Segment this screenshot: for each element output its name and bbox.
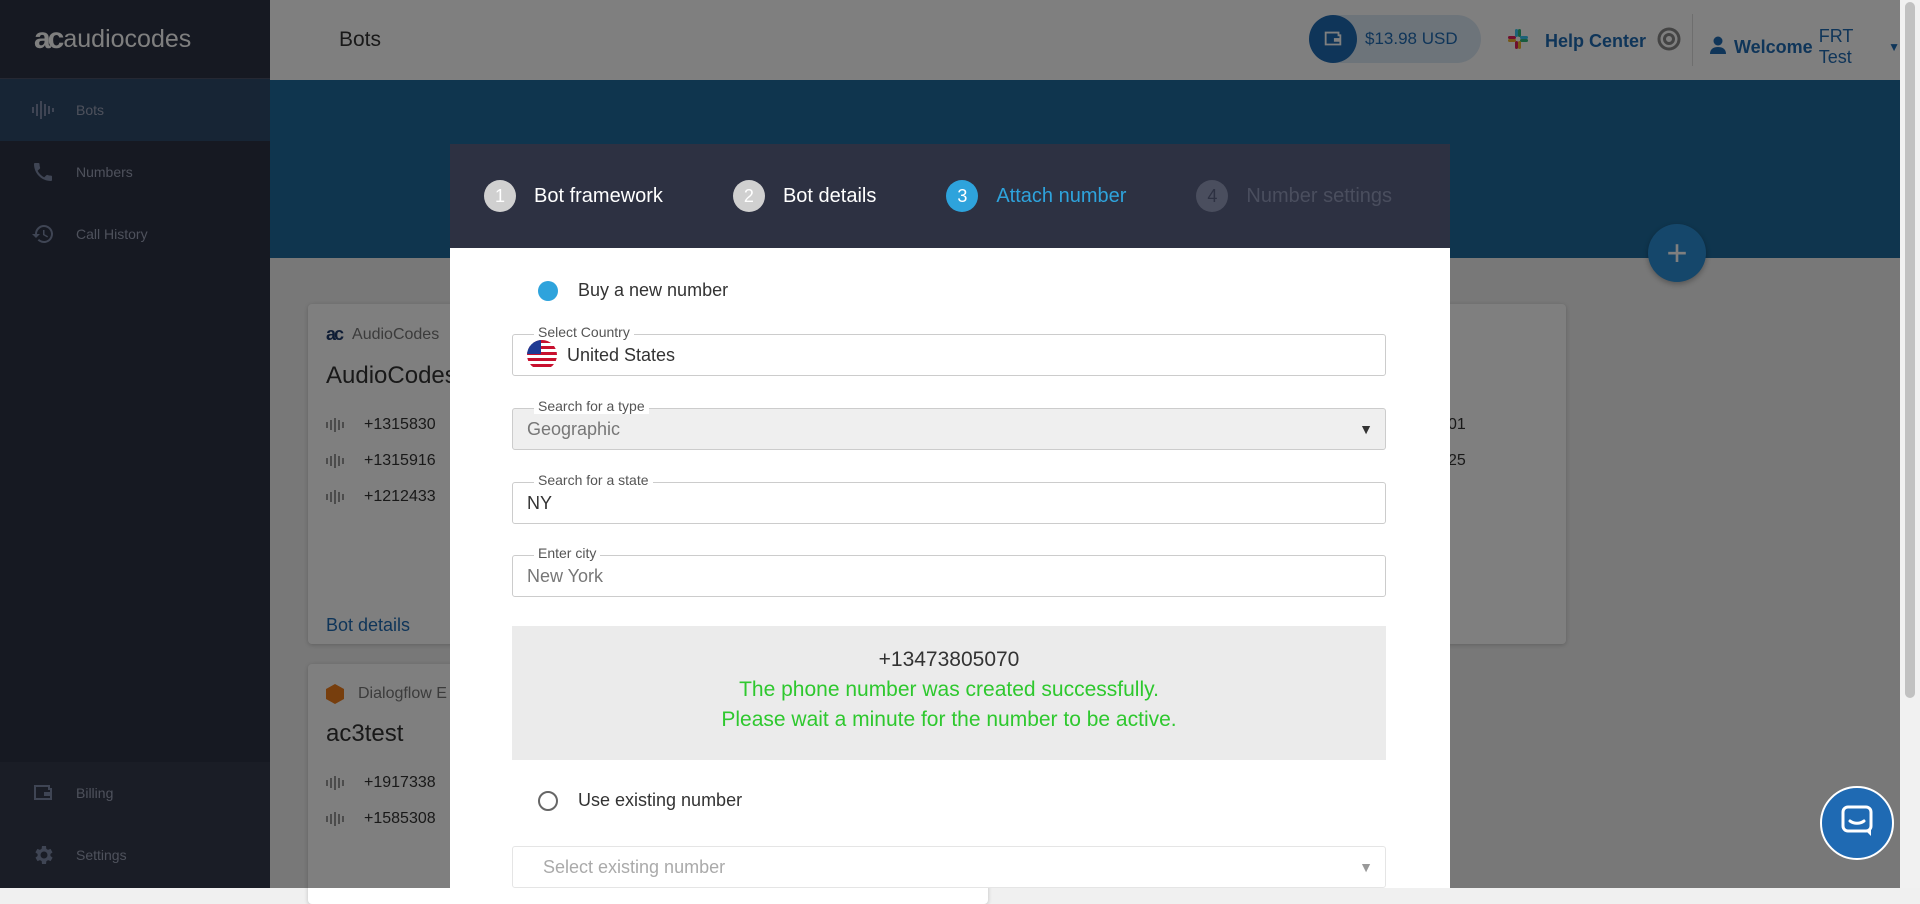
step-number: 2 [732, 180, 765, 212]
step-number-settings: 4 Number settings [1196, 180, 1392, 212]
step-label: Number settings [1246, 184, 1393, 207]
step-number: 4 [1196, 180, 1229, 212]
radio-unselected[interactable] [538, 790, 558, 811]
number-type-select[interactable]: Geographic ▼ [512, 408, 1386, 450]
step-attach-number[interactable]: 3 Attach number [946, 180, 1126, 212]
city-value: New York [527, 565, 604, 586]
step-label: Bot framework [534, 184, 663, 207]
buy-new-number-option[interactable]: Buy a new number [538, 280, 728, 301]
country-label: Select Country [534, 324, 634, 340]
page-scrollbar[interactable] [1900, 0, 1920, 888]
state-value: NY [527, 492, 553, 513]
step-number: 3 [946, 180, 979, 212]
city-label: Enter city [534, 545, 601, 561]
use-existing-number-label: Use existing number [578, 790, 743, 810]
step-label: Bot details [782, 184, 877, 207]
country-value: United States [567, 344, 676, 365]
created-number: +13473805070 [878, 648, 1020, 671]
us-flag-icon [527, 340, 557, 370]
existing-number-select[interactable]: Select existing number ▼ [512, 846, 1386, 888]
radio-selected[interactable] [538, 280, 558, 301]
step-number: 1 [484, 180, 516, 212]
buy-new-number-label: Buy a new number [578, 280, 729, 300]
success-message: The phone number was created successfull… [739, 678, 1159, 701]
use-existing-number-option[interactable]: Use existing number [538, 790, 742, 811]
country-select[interactable]: United States [512, 334, 1386, 376]
state-field[interactable]: NY [512, 482, 1386, 524]
city-field[interactable]: New York [512, 555, 1386, 597]
step-label: Attach number [996, 184, 1127, 207]
step-bot-framework[interactable]: 1 Bot framework [484, 180, 663, 212]
create-bot-wizard: 1 Bot framework 2 Bot details 3 Attach n… [450, 144, 1450, 888]
existing-number-placeholder: Select existing number [543, 856, 726, 877]
caret-down-icon: ▼ [1359, 859, 1373, 875]
number-type-value: Geographic [527, 418, 621, 439]
activation-notice: Please wait a minute for the number to b… [721, 708, 1177, 731]
caret-down-icon: ▼ [1359, 421, 1373, 437]
number-type-label: Search for a type [534, 398, 649, 414]
chat-icon [1840, 804, 1874, 843]
step-bot-details[interactable]: 2 Bot details [732, 180, 877, 212]
scrollbar-thumb[interactable] [1905, 2, 1915, 698]
state-label: Search for a state [534, 472, 653, 488]
chat-launcher-button[interactable] [1820, 786, 1894, 860]
wizard-steps: 1 Bot framework 2 Bot details 3 Attach n… [450, 144, 1450, 248]
number-created-panel: +13473805070 The phone number was create… [512, 626, 1386, 760]
